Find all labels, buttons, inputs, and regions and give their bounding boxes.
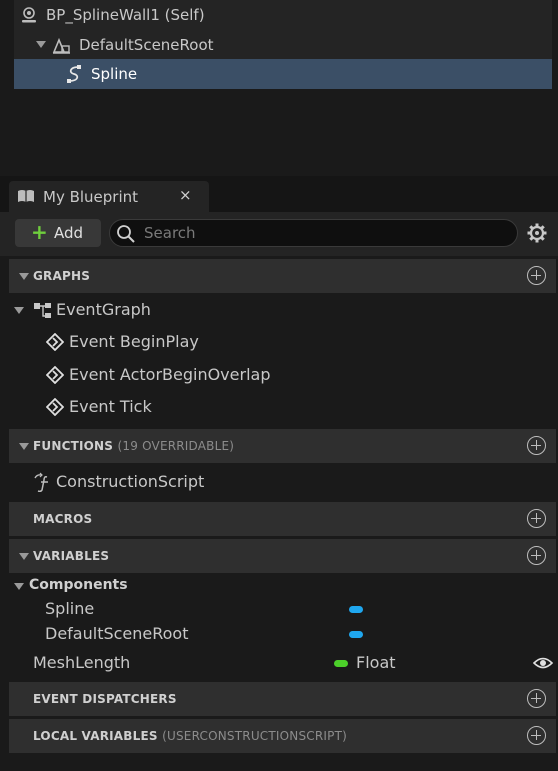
tree-item-label: DefaultSceneRoot	[79, 36, 214, 54]
add-event-dispatcher-icon[interactable]	[527, 689, 546, 708]
components-panel: BP_SplineWall1 (Self) DefaultSceneRoot S…	[0, 0, 558, 176]
list-item-event[interactable]: Event BeginPlay	[0, 330, 558, 354]
list-item-label: Event ActorBeginOverlap	[69, 365, 271, 384]
section-macros[interactable]: MACROS	[9, 502, 556, 536]
tree-item-defaultsceneroot[interactable]: DefaultSceneRoot	[14, 30, 552, 60]
actor-icon	[20, 6, 38, 24]
add-button[interactable]: + Add	[15, 219, 101, 247]
tree-item-spline[interactable]: Spline	[14, 59, 552, 89]
section-variables[interactable]: VARIABLES	[9, 539, 556, 573]
search-input[interactable]	[144, 223, 504, 243]
plus-icon: +	[31, 220, 48, 244]
float-type-pill-icon	[334, 660, 348, 667]
section-subtitle: (19 OVERRIDABLE)	[117, 439, 235, 453]
object-reference-pill-icon	[349, 631, 363, 638]
section-title: MACROS	[33, 512, 93, 526]
expand-caret-icon[interactable]	[14, 583, 24, 590]
add-variable-icon[interactable]	[527, 546, 546, 565]
spline-icon	[64, 64, 84, 84]
tab-my-blueprint[interactable]: My Blueprint ×	[9, 181, 209, 212]
tree-item-label: Spline	[91, 65, 138, 83]
variable-category-components[interactable]: Components	[0, 576, 558, 596]
list-item-label: Event Tick	[69, 397, 152, 416]
add-function-icon[interactable]	[527, 436, 546, 455]
list-item-event[interactable]: Event Tick	[0, 395, 558, 419]
list-item-label: Event BeginPlay	[69, 332, 199, 351]
add-graph-icon[interactable]	[527, 266, 546, 285]
expand-caret-icon[interactable]	[36, 41, 46, 48]
toolbar: + Add	[0, 212, 558, 256]
event-node-icon	[45, 332, 65, 355]
close-icon[interactable]: ×	[179, 186, 192, 204]
scene-component-icon	[51, 35, 71, 55]
collapse-caret-icon[interactable]	[19, 443, 29, 450]
tab-strip: My Blueprint ×	[0, 176, 558, 212]
variable-name: DefaultSceneRoot	[45, 624, 189, 643]
tab-title: My Blueprint	[43, 188, 139, 206]
variable-name: MeshLength	[33, 653, 131, 672]
variable-row-meshlength[interactable]: MeshLength Float	[0, 652, 558, 674]
gear-icon[interactable]	[527, 223, 547, 247]
section-title: FUNCTIONS (19 OVERRIDABLE)	[33, 439, 235, 453]
eye-icon[interactable]	[532, 655, 554, 675]
section-title: VARIABLES	[33, 549, 110, 563]
my-blueprint-panel: + Add Search GRAPHS EventGraph Event Beg…	[0, 212, 558, 771]
list-item-label: ConstructionScript	[56, 472, 205, 491]
section-graphs[interactable]: GRAPHS	[9, 259, 556, 293]
tree-item-label: BP_SplineWall1 (Self)	[46, 6, 205, 24]
list-item-label: EventGraph	[56, 300, 151, 319]
book-icon	[17, 189, 35, 207]
section-title: EVENT DISPATCHERS	[33, 692, 177, 706]
section-functions[interactable]: FUNCTIONS (19 OVERRIDABLE)	[9, 429, 556, 463]
event-node-icon	[45, 365, 65, 388]
variable-name: Spline	[45, 599, 95, 618]
list-item-function[interactable]: ConstructionScript	[0, 470, 558, 494]
collapse-caret-icon[interactable]	[19, 273, 29, 280]
category-label: Components	[29, 577, 128, 593]
list-item-eventgraph[interactable]: EventGraph	[0, 298, 558, 322]
event-node-icon	[45, 397, 65, 420]
section-title: LOCAL VARIABLES (USERCONSTRUCTIONSCRIPT)	[33, 729, 347, 743]
variable-row-defaultsceneroot[interactable]: DefaultSceneRoot	[0, 623, 558, 645]
function-icon	[33, 472, 53, 496]
add-local-variable-icon[interactable]	[527, 726, 546, 745]
collapse-caret-icon[interactable]	[19, 553, 29, 560]
section-local-variables[interactable]: LOCAL VARIABLES (USERCONSTRUCTIONSCRIPT)	[9, 719, 556, 753]
object-reference-pill-icon	[349, 606, 363, 613]
event-graph-icon	[33, 302, 53, 324]
add-button-label: Add	[54, 224, 84, 242]
components-tree: BP_SplineWall1 (Self) DefaultSceneRoot S…	[14, 0, 552, 89]
tree-item-self[interactable]: BP_SplineWall1 (Self)	[14, 0, 552, 30]
add-macro-icon[interactable]	[527, 509, 546, 528]
search-icon	[116, 224, 136, 248]
search-box[interactable]	[109, 219, 518, 247]
section-event-dispatchers[interactable]: EVENT DISPATCHERS	[9, 682, 556, 716]
section-subtitle: (USERCONSTRUCTIONSCRIPT)	[162, 729, 347, 743]
variable-row-spline[interactable]: Spline	[0, 598, 558, 620]
variable-type[interactable]: Float	[356, 653, 396, 672]
section-title: GRAPHS	[33, 269, 91, 283]
expand-caret-icon[interactable]	[14, 307, 24, 314]
list-item-event[interactable]: Event ActorBeginOverlap	[0, 363, 558, 387]
